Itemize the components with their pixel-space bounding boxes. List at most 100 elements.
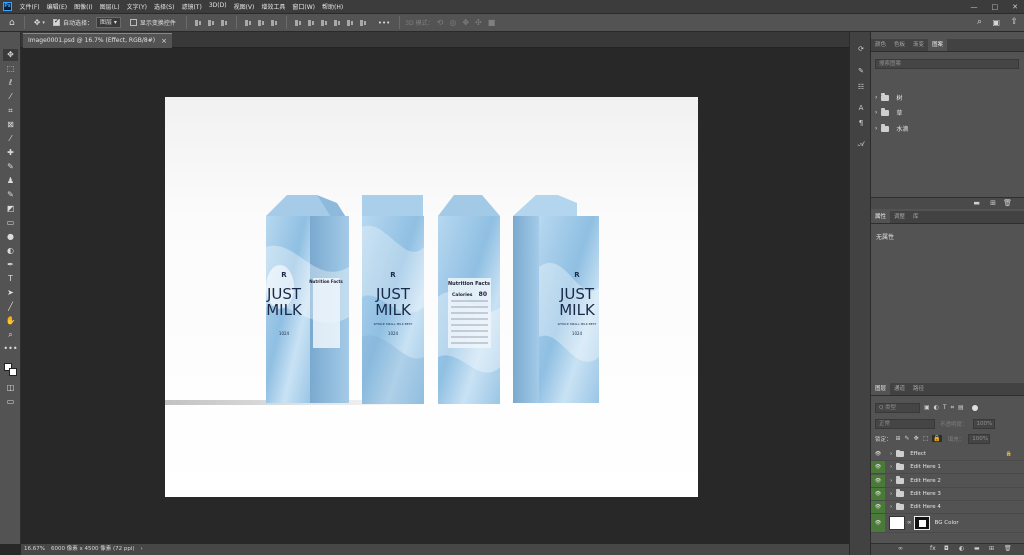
layer-thumbnail[interactable] [889, 516, 905, 530]
trash-icon[interactable]: 🗑 [1004, 545, 1012, 552]
document-tab[interactable]: Image0001.psd @ 16.7% (Effect, RGB/8#) × [23, 33, 172, 48]
pixel-filter-icon[interactable]: ▣ [924, 404, 930, 411]
pattern-search-input[interactable]: 搜索图案 [875, 59, 1019, 69]
new-pattern-icon[interactable]: ⊞ [990, 199, 996, 207]
lasso-tool-icon[interactable]: ℓ [3, 77, 18, 89]
3d-slide-icon[interactable]: ✣ [475, 18, 482, 27]
magic-wand-tool-icon[interactable]: ⁄ [3, 91, 18, 103]
close-window-button[interactable]: ✕ [1012, 3, 1018, 11]
distribute-bottom-icon[interactable] [320, 19, 328, 27]
auto-select-checkbox[interactable] [52, 17, 60, 26]
crop-tool-icon[interactable]: ⌗ [3, 105, 18, 117]
tab-libraries[interactable]: 库 [909, 211, 923, 223]
layer-row[interactable]: 👁 › Effect 🔒 [871, 448, 1024, 461]
visibility-eye-icon[interactable]: 👁 [871, 474, 885, 487]
layer-mask-thumbnail[interactable] [913, 516, 930, 530]
distribute-right-icon[interactable] [359, 19, 367, 27]
link-layers-icon[interactable]: ∞ [898, 545, 903, 552]
trash-icon[interactable]: 🗑 [1003, 199, 1012, 207]
menu-item[interactable]: 帮助(H) [319, 2, 347, 11]
line-tool-icon[interactable]: ╱ [3, 301, 18, 313]
frame-tool-icon[interactable]: ⊠ [3, 119, 18, 131]
layer-mask-icon[interactable]: ◘ [944, 545, 949, 552]
lock-position-icon[interactable]: ✥ [914, 435, 919, 442]
3d-rotate-icon[interactable]: ⟲ [437, 18, 444, 27]
smart-object-filter-icon[interactable]: ▤ [958, 404, 964, 411]
layer-kind-filter[interactable]: Q 类型 [875, 402, 920, 413]
align-left-icon[interactable] [194, 19, 202, 27]
new-group-icon[interactable]: ▬ [974, 545, 980, 552]
history-panel-icon[interactable]: ⟳ [854, 44, 868, 55]
align-bottom-icon[interactable] [270, 19, 278, 27]
lock-artboard-icon[interactable]: ⬚ [923, 435, 929, 442]
glyphs-panel-icon[interactable]: 𝒜 [854, 139, 868, 150]
opacity-input[interactable]: 100% [972, 418, 995, 429]
marquee-tool-icon[interactable]: ⬚ [3, 63, 18, 75]
artboard[interactable]: Nutrition Facts R JUST MILK 1024 R JUST … [165, 97, 698, 497]
brush-settings-icon[interactable]: ✎ [854, 66, 868, 77]
chevron-right-icon[interactable]: › [890, 478, 892, 484]
layer-row[interactable]: 👁 › Edit Here 2 [871, 474, 1024, 488]
menu-item[interactable]: 视图(V) [230, 2, 258, 11]
3d-pan-icon[interactable]: ✥ [462, 18, 469, 27]
shape-filter-icon[interactable]: ⌗ [951, 404, 954, 412]
minimize-button[interactable]: — [971, 3, 978, 11]
3d-roll-icon[interactable]: ◎ [449, 18, 456, 27]
type-tool-icon[interactable]: T [3, 273, 18, 285]
healing-brush-tool-icon[interactable]: ✚ [3, 147, 18, 159]
zoom-level[interactable]: 16.67% [24, 544, 45, 555]
fill-input[interactable]: 100% [968, 433, 991, 444]
chevron-right-icon[interactable]: › [890, 504, 892, 510]
auto-select-dropdown[interactable]: 图层 ▾ [95, 17, 121, 28]
chevron-down-icon[interactable]: ▾ [42, 20, 45, 26]
hand-tool-icon[interactable]: ✋ [3, 315, 18, 327]
search-icon[interactable]: ⌕ [977, 17, 982, 27]
distribute-middle-icon[interactable] [307, 19, 315, 27]
menu-item[interactable]: 滤镜(T) [178, 2, 205, 11]
tab-patterns[interactable]: 图案 [928, 39, 948, 51]
paragraph-panel-icon[interactable]: ¶ [854, 118, 868, 129]
background-color-swatch[interactable] [9, 368, 17, 376]
type-filter-icon[interactable]: T [943, 404, 947, 411]
tab-color[interactable]: 颜色 [871, 39, 890, 51]
filter-toggle[interactable] [971, 404, 978, 411]
3d-camera-icon[interactable]: ■ [488, 18, 496, 27]
lock-all-icon[interactable]: 🔒 [932, 435, 942, 442]
menu-item[interactable]: 3D(D) [205, 2, 230, 11]
menu-item[interactable]: 文字(Y) [123, 2, 150, 11]
layer-row[interactable]: 👁 ∞ BG Color [871, 514, 1024, 533]
more-options-button[interactable]: ••• [378, 19, 390, 27]
distribute-left-icon[interactable] [333, 19, 341, 27]
gradient-tool-icon[interactable]: ▭ [3, 217, 18, 229]
blur-tool-icon[interactable]: ● [3, 231, 18, 243]
pattern-group-row[interactable]: › 草 [871, 105, 1024, 120]
chevron-right-icon[interactable]: › [875, 94, 877, 101]
tab-channels[interactable]: 通道 [890, 383, 909, 395]
layer-row[interactable]: 👁 › Edit Here 4 [871, 501, 1024, 515]
chevron-right-icon[interactable]: › [890, 451, 892, 457]
menu-item[interactable]: 窗口(W) [289, 2, 319, 11]
distribute-top-icon[interactable] [294, 19, 302, 27]
visibility-eye-icon[interactable]: 👁 [871, 514, 885, 532]
tab-adjustments[interactable]: 调整 [890, 211, 909, 223]
move-tool-icon[interactable]: ✥ [34, 18, 41, 27]
adjustment-layer-icon[interactable]: ◐ [959, 545, 964, 552]
close-tab-icon[interactable]: × [161, 34, 167, 48]
adjustments-icon[interactable]: ☷ [854, 82, 868, 93]
menu-item[interactable]: 编辑(E) [43, 2, 70, 11]
canvas-area[interactable]: Nutrition Facts R JUST MILK 1024 R JUST … [21, 48, 849, 544]
quick-mask-icon[interactable]: ◫ [3, 382, 18, 394]
dodge-tool-icon[interactable]: ◐ [3, 245, 18, 257]
visibility-eye-icon[interactable]: 👁 [871, 487, 885, 500]
chevron-right-icon[interactable]: › [890, 491, 892, 497]
eraser-tool-icon[interactable]: ◩ [3, 203, 18, 215]
menu-item[interactable]: 文件(F) [16, 2, 43, 11]
tab-gradients[interactable]: 渐变 [909, 39, 928, 51]
chevron-right-icon[interactable]: › [875, 109, 877, 116]
menu-item[interactable]: 图像(I) [71, 2, 96, 11]
new-layer-icon[interactable]: ⊞ [989, 545, 994, 552]
home-icon[interactable]: ⌂ [9, 18, 15, 28]
lock-transparent-icon[interactable]: ⊞ [896, 435, 901, 442]
brush-tool-icon[interactable]: ✎ [3, 161, 18, 173]
tab-paths[interactable]: 路径 [909, 383, 928, 395]
